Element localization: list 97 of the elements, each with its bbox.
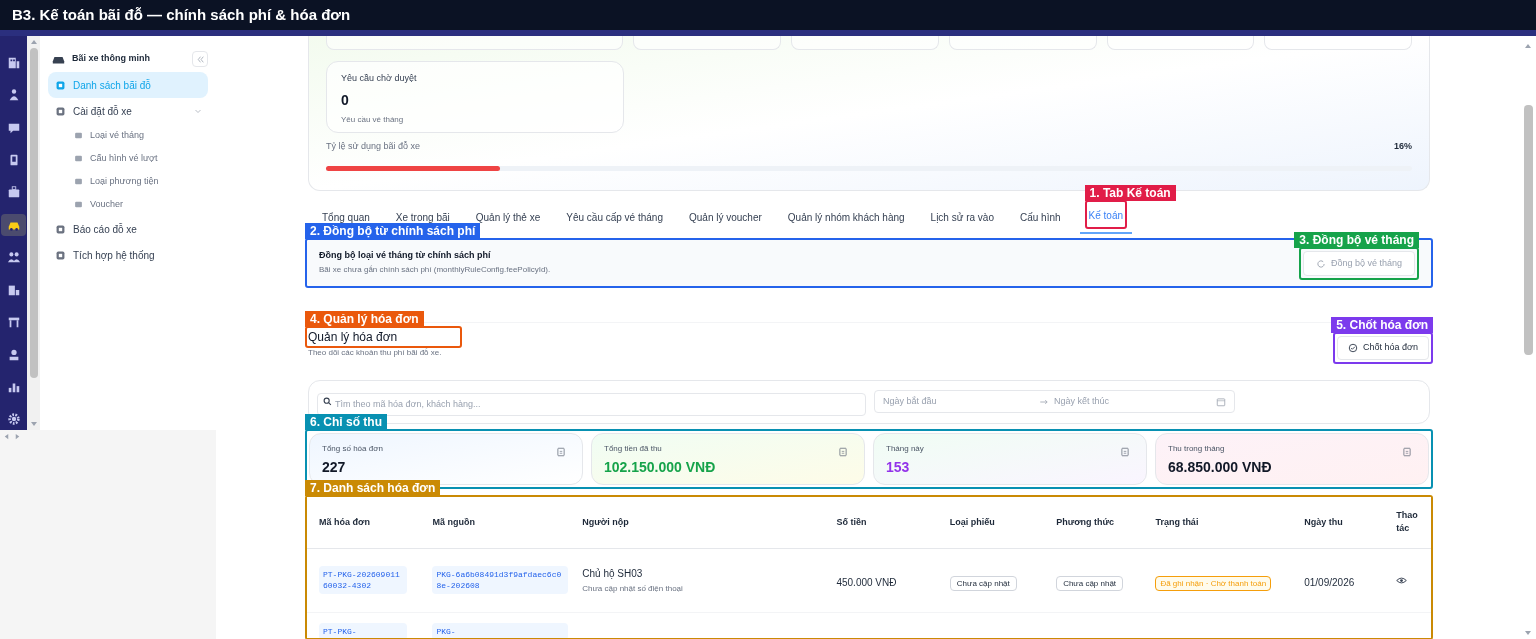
gear-icon xyxy=(6,412,21,427)
item-icon xyxy=(74,200,83,209)
sidebar-subitem[interactable]: Loại phương tiện xyxy=(48,170,208,193)
metric-value: 68.850.000 VNĐ xyxy=(1168,457,1273,476)
scrollbar-thumb[interactable] xyxy=(1523,105,1533,355)
window-title: B3. Kế toán bãi đỗ — chính sách phí & hóa đơn xyxy=(0,0,1536,30)
metric-value: 102.150.000 VNĐ xyxy=(604,457,717,476)
item-icon xyxy=(56,224,65,234)
briefcase-icon xyxy=(6,185,21,200)
column-header: Số tiền xyxy=(824,496,938,549)
calendar-icon xyxy=(1216,396,1226,407)
table-cell-text: Chưa cập nhật số điện thoại xyxy=(582,583,684,595)
column-header: Mã nguồn xyxy=(420,496,571,549)
scroll-up-icon xyxy=(29,38,38,46)
tab[interactable]: Yêu cầu cấp vé tháng xyxy=(564,206,665,229)
column-header: Phương thức xyxy=(1044,496,1144,549)
caret-icon xyxy=(194,107,202,115)
code-chip: PT-PKG-20260901160032-4302 xyxy=(319,566,407,594)
store-icon xyxy=(6,315,21,330)
scroll-right-icon xyxy=(14,432,21,440)
tab[interactable]: Lịch sử ra vào xyxy=(928,206,996,229)
metric-label: Tổng tiền đã thu xyxy=(604,442,662,455)
stat-caption: Yêu cầu vé tháng xyxy=(341,113,405,126)
metric-label: Thu trong tháng xyxy=(1168,442,1225,455)
annotation-tooltip: 6. Chỉ số thu xyxy=(305,413,387,430)
tab[interactable]: Cấu hình xyxy=(1017,206,1063,229)
annotation-tooltip: 3. Đồng bộ vé tháng xyxy=(1294,232,1419,248)
column-header: Thao tác xyxy=(1384,496,1431,549)
scroll-left-icon xyxy=(3,432,10,440)
eye-icon xyxy=(1396,574,1408,586)
column-header: Người nộp xyxy=(570,496,825,549)
refresh-icon xyxy=(1315,258,1326,269)
item-icon xyxy=(74,177,83,186)
search-field[interactable]: Tìm theo mã hóa đơn, khách hàng... xyxy=(317,392,866,416)
sidebar-subitem[interactable]: Cấu hình vé lượt xyxy=(48,147,208,170)
column-header: Trạng thái xyxy=(1143,496,1293,549)
sidebar-item[interactable]: Cài đặt đỗ xe xyxy=(48,98,208,124)
table-cell: 01/09/2026 xyxy=(1304,576,1355,588)
annotation-tooltip: 4. Quản lý hóa đơn xyxy=(305,310,424,327)
close-invoices-button[interactable]: Chốt hóa đơn xyxy=(1337,335,1429,360)
metric-value: 227 xyxy=(322,457,347,476)
scrollbar-thumb[interactable] xyxy=(29,48,38,378)
item-icon xyxy=(74,154,83,163)
table-cell-text: Chủ hộ SH03 xyxy=(582,567,644,581)
stat-label: Yêu cầu chờ duyệt xyxy=(341,72,418,85)
code-chip: PT-PKG- xyxy=(319,623,407,638)
scroll-down-icon xyxy=(29,420,38,428)
column-header: Ngày thu xyxy=(1292,496,1385,549)
metric-value: 153 xyxy=(886,457,911,476)
code-chip: PKG- xyxy=(432,623,569,638)
item-icon xyxy=(56,80,65,90)
item-icon xyxy=(56,250,65,260)
scroll-up-icon xyxy=(1524,42,1532,50)
panel-title: Đồng bộ loại vé tháng từ chính sách phí xyxy=(319,248,492,262)
tag: Chưa cập nhật xyxy=(949,575,1017,591)
item-icon xyxy=(74,131,83,140)
usage-label: Tỷ lệ sử dụng bãi đỗ xe xyxy=(326,140,421,153)
start-date-input[interactable]: Ngày bắt đầu xyxy=(883,394,1003,409)
date-range-field[interactable]: Ngày bắt đầu Ngày kết thúc xyxy=(874,390,1235,413)
sidebar-item[interactable]: Báo cáo đỗ xe xyxy=(48,216,208,242)
status-badge: Đã ghi nhận · Chờ thanh toán xyxy=(1155,575,1272,591)
tab[interactable]: Quản lý voucher xyxy=(687,206,764,229)
tag: Chưa cập nhật xyxy=(1056,575,1124,591)
document-icon xyxy=(1402,446,1412,457)
double-chevron-left-icon xyxy=(195,54,205,64)
search-icon xyxy=(323,397,332,406)
metric-label: Tháng này xyxy=(886,442,924,455)
building-icon xyxy=(6,55,21,70)
code-chip: PKG-6a6b08491d3f9afdaec6c08e-202608 xyxy=(432,566,569,594)
document-icon xyxy=(838,446,848,457)
scroll-down-icon xyxy=(1524,629,1532,637)
annotation-tooltip: 2. Đồng bộ từ chính sách phí xyxy=(305,222,481,239)
sidebar-item[interactable]: Tích hợp hệ thống xyxy=(48,242,208,268)
item-icon xyxy=(56,106,65,116)
sidebar-subitem[interactable]: Loại vé tháng xyxy=(48,124,208,147)
sidebar-subitem[interactable]: Voucher xyxy=(48,193,208,216)
metric-label: Tổng số hóa đơn xyxy=(322,442,383,455)
annotation-tooltip: 5. Chốt hóa đơn xyxy=(1331,316,1433,333)
usage-percent: 16% xyxy=(1394,140,1412,153)
panel-description: Bãi xe chưa gắn chính sách phí (monthlyRuleConfig.feePolicyId). xyxy=(319,264,551,277)
section-subtitle: Theo dõi các khoản thu phí bãi đỗ xe. xyxy=(307,347,443,358)
people-icon xyxy=(6,250,21,265)
tab[interactable]: Quản lý nhóm khách hàng xyxy=(785,206,907,229)
section-title: Quản lý hóa đơn xyxy=(307,328,399,346)
stat-value: 0 xyxy=(341,90,350,110)
document-icon xyxy=(1120,446,1130,457)
rail-item[interactable] xyxy=(1,214,26,236)
annotation-tooltip: 1. Tab Kế toán xyxy=(1084,185,1176,201)
column-header: Mã hóa đơn xyxy=(307,496,421,549)
tab[interactable]: Kế toán xyxy=(1086,204,1126,227)
sidebar-title: Bãi xe thông minh xyxy=(72,52,150,66)
column-header: Loại phiếu xyxy=(937,496,1045,549)
document-icon xyxy=(556,446,566,457)
end-date-input[interactable]: Ngày kết thúc xyxy=(1054,394,1174,409)
check-circle-icon xyxy=(1348,342,1359,353)
table-cell: 450.000 VNĐ xyxy=(836,576,897,588)
view-button[interactable] xyxy=(1396,574,1408,586)
